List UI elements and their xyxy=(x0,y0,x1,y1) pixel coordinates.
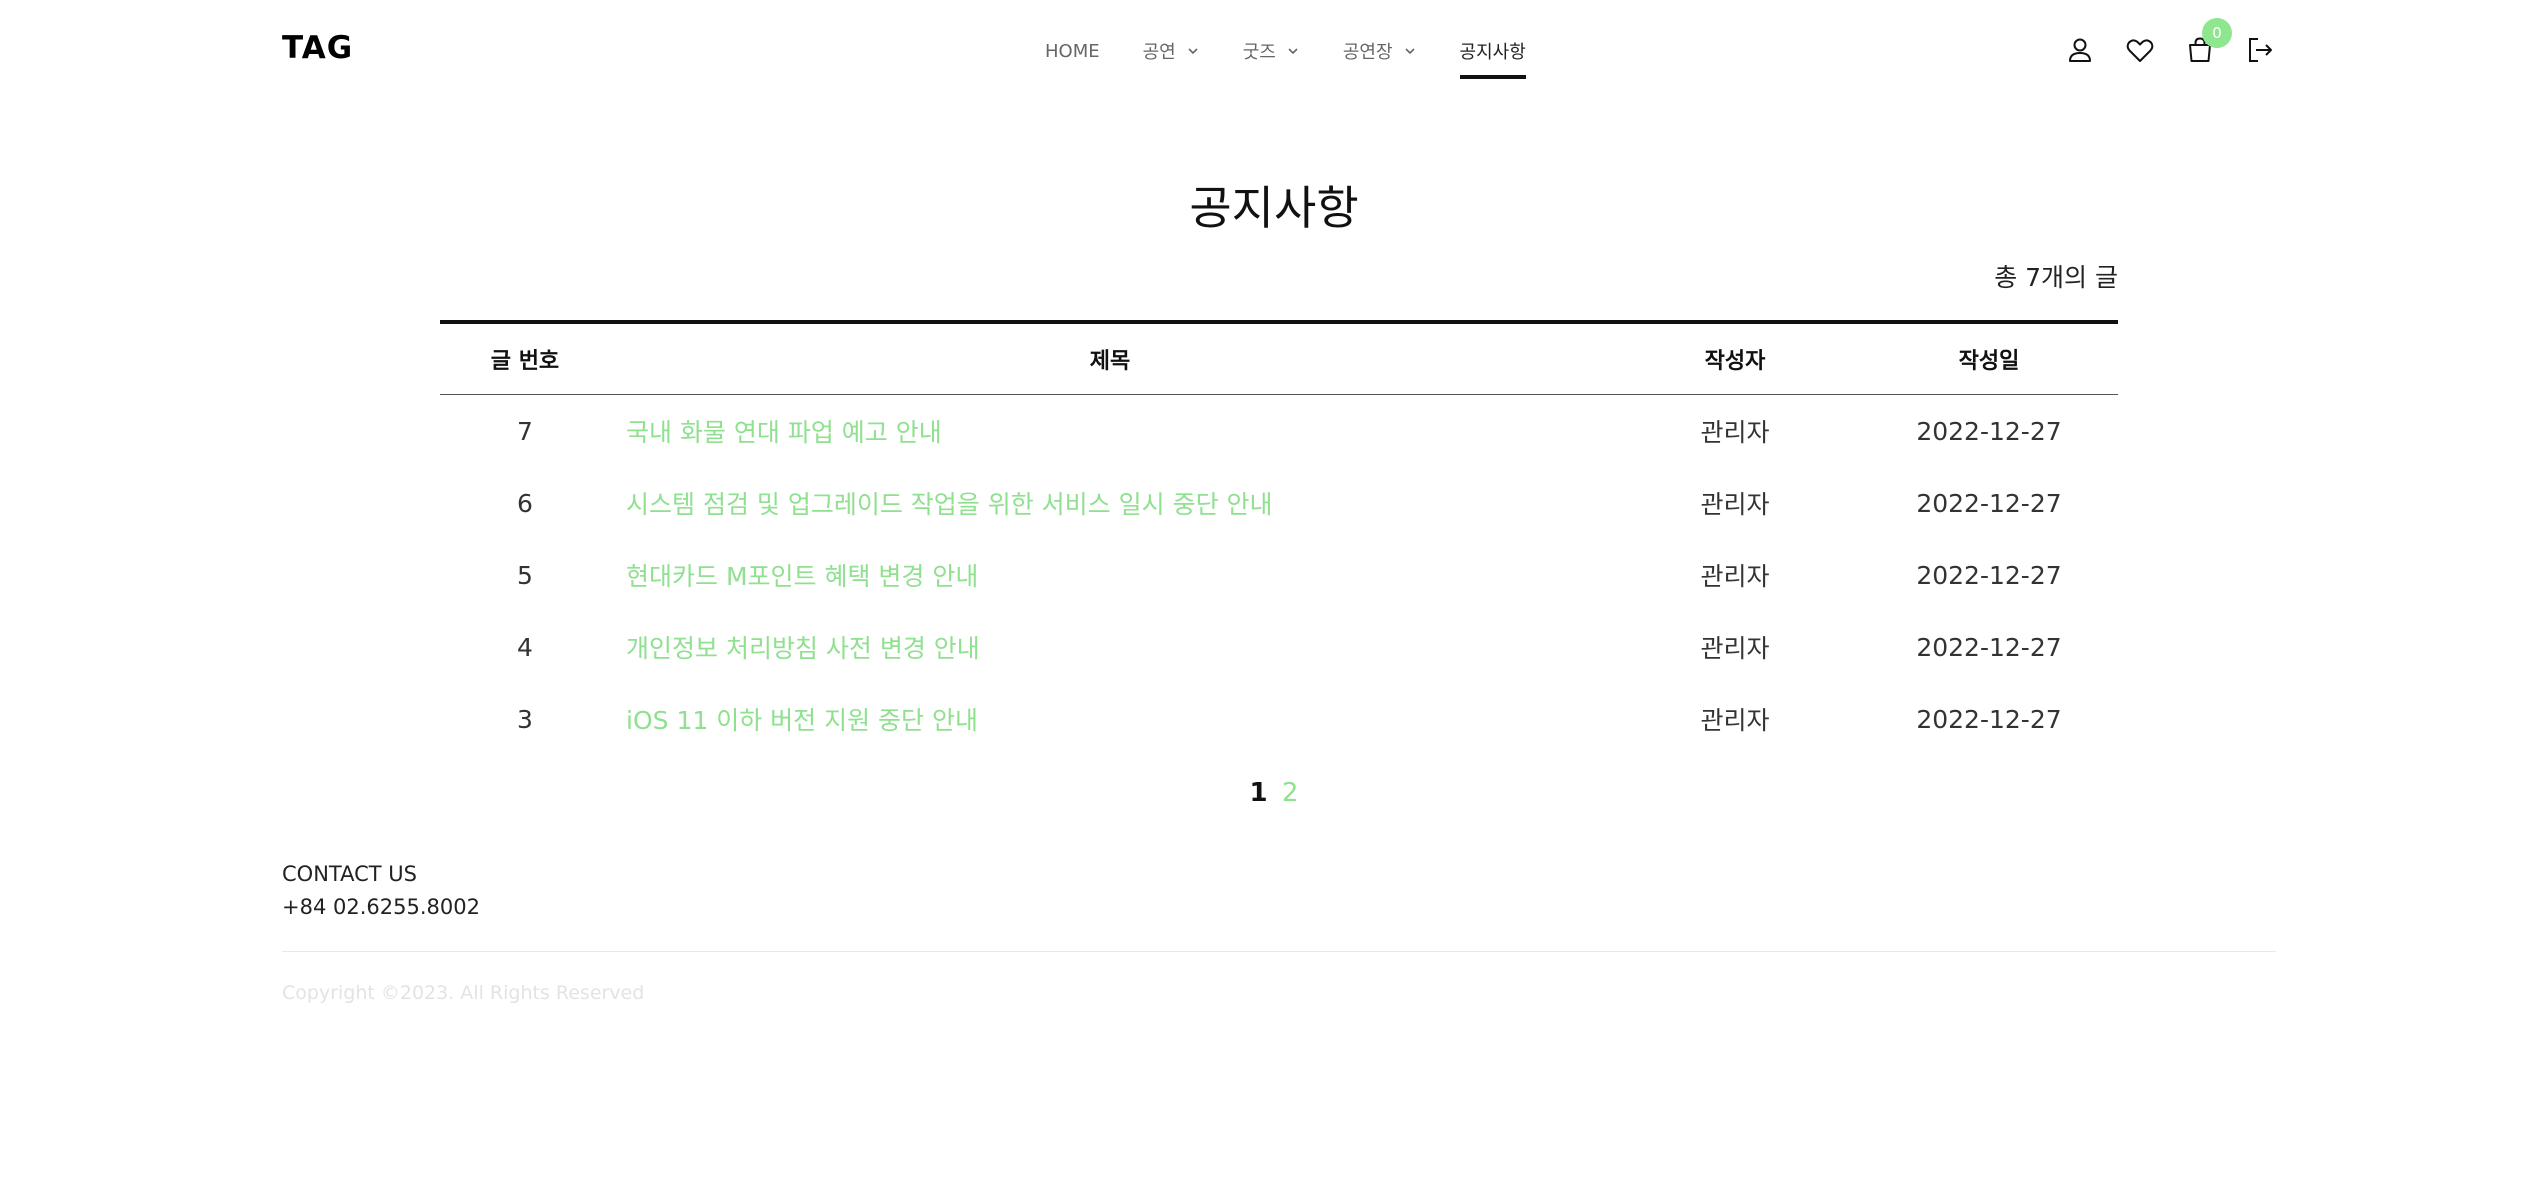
row-title-link[interactable]: 국내 화물 연대 파업 예고 안내 xyxy=(610,413,1610,449)
site-logo[interactable]: TAG xyxy=(282,30,353,66)
account-button[interactable] xyxy=(2060,30,2100,70)
header-title: 제목 xyxy=(1089,349,1131,374)
row-title-link[interactable]: 시스템 점검 및 업그레이드 작업을 위한 서비스 일시 중단 안내 xyxy=(610,485,1610,521)
page-title: 공지사항 xyxy=(1189,181,1359,235)
pagination: 1 2 xyxy=(0,778,2548,808)
header-number: 글 번호 xyxy=(490,349,560,374)
logout-icon xyxy=(2249,38,2272,62)
table-row: 5 현대카드 M포인트 혜택 변경 안내 관리자 2022-12-27 xyxy=(440,539,2118,611)
wishlist-button[interactable] xyxy=(2120,30,2160,70)
nav-item-goods[interactable]: 굿즈 xyxy=(1243,0,1300,102)
chevron-down-icon xyxy=(1404,48,1415,55)
row-author: 관리자 xyxy=(1700,634,1770,663)
row-date: 2022-12-27 xyxy=(1916,632,2062,662)
contact-title: CONTACT US xyxy=(282,862,417,886)
page-link[interactable]: 2 xyxy=(1282,778,1299,808)
row-author: 관리자 xyxy=(1700,490,1770,519)
row-number: 7 xyxy=(517,416,533,446)
total-count: 총 7개의 글 xyxy=(1994,263,2118,292)
site-header: TAG HOME 공연 굿즈 공연장 공지사항 0 xyxy=(0,0,2548,102)
copyright: Copyright ©2023. All Rights Reserved xyxy=(282,982,645,1004)
main-nav: HOME 공연 굿즈 공연장 공지사항 xyxy=(1045,0,1569,102)
row-date: 2022-12-27 xyxy=(1916,488,2062,518)
row-number: 6 xyxy=(517,488,533,518)
contact-phone: +84 02.6255.8002 xyxy=(282,895,480,919)
nav-item-label: 공연장 xyxy=(1342,42,1393,63)
heart-icon xyxy=(2126,39,2154,62)
row-author: 관리자 xyxy=(1700,706,1770,735)
nav-item-notice[interactable]: 공지사항 xyxy=(1459,0,1527,102)
row-date: 2022-12-27 xyxy=(1916,704,2062,734)
nav-item-label: HOME xyxy=(1045,40,1100,62)
chevron-down-icon xyxy=(1288,48,1298,55)
row-author: 관리자 xyxy=(1700,562,1770,591)
header-date: 작성일 xyxy=(1958,349,2020,374)
row-date: 2022-12-27 xyxy=(1916,416,2062,446)
row-title-link[interactable]: 현대카드 M포인트 혜택 변경 안내 xyxy=(610,557,1610,593)
table-row: 4 개인정보 처리방침 사전 변경 안내 관리자 2022-12-27 xyxy=(440,611,2118,683)
nav-item-label: 공지사항 xyxy=(1459,42,1526,63)
cart-button[interactable]: 0 xyxy=(2180,18,2232,70)
table-row: 7 국내 화물 연대 파업 예고 안내 관리자 2022-12-27 xyxy=(440,395,2118,467)
chevron-down-icon xyxy=(1188,48,1198,55)
user-icon xyxy=(2069,38,2091,62)
table-row: 6 시스템 점검 및 업그레이드 작업을 위한 서비스 일시 중단 안내 관리자… xyxy=(440,467,2118,539)
row-title-link[interactable]: 개인정보 처리방침 사전 변경 안내 xyxy=(610,629,1610,665)
row-number: 5 xyxy=(517,560,533,590)
row-number: 3 xyxy=(517,704,533,734)
nav-item-label: 굿즈 xyxy=(1242,42,1276,63)
cart-count-badge: 0 xyxy=(2202,18,2232,48)
page-current[interactable]: 1 xyxy=(1250,778,1268,808)
logout-button[interactable] xyxy=(2240,30,2280,70)
footer-divider xyxy=(282,951,2276,952)
table-header: 글 번호 제목 작성자 작성일 xyxy=(440,320,2118,395)
nav-item-label: 공연 xyxy=(1142,42,1176,63)
header-author: 작성자 xyxy=(1704,349,1766,374)
row-number: 4 xyxy=(517,632,533,662)
row-title-link[interactable]: iOS 11 이하 버전 지원 중단 안내 xyxy=(610,701,1610,737)
nav-item-performance[interactable]: 공연 xyxy=(1143,0,1200,102)
nav-item-home[interactable]: HOME xyxy=(1045,0,1100,102)
row-author: 관리자 xyxy=(1700,418,1770,447)
nav-item-venue[interactable]: 공연장 xyxy=(1343,0,1417,102)
notice-table: 글 번호 제목 작성자 작성일 7 국내 화물 연대 파업 예고 안내 관리자 … xyxy=(440,320,2118,755)
header-icons: 0 xyxy=(2060,18,2300,70)
row-date: 2022-12-27 xyxy=(1916,560,2062,590)
table-row: 3 iOS 11 이하 버전 지원 중단 안내 관리자 2022-12-27 xyxy=(440,683,2118,755)
